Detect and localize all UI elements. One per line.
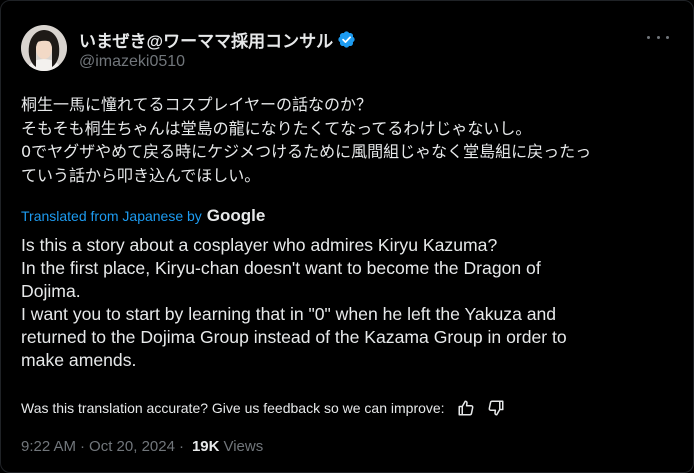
thumbs-down-icon[interactable] xyxy=(487,399,505,417)
author-names: いまぜき@ワーママ採用コンサル @imazeki0510 xyxy=(79,28,356,71)
translation-line: Dojima. xyxy=(21,281,81,301)
google-logo: Google xyxy=(206,206,266,225)
display-name[interactable]: いまぜき@ワーママ採用コンサル xyxy=(79,27,333,52)
original-line: 桐生一馬に憧れてるコスプレイヤーの話なのか？ xyxy=(21,95,373,114)
translation-line: returned to the Dojima Group instead of … xyxy=(21,327,567,347)
original-line: ていう話から叩き込んでほしい。 xyxy=(21,165,261,185)
original-line: 0でヤグザやめて戻る時にケジメつけるために風間組じゃなく堂島組に戻ったっ xyxy=(21,142,592,161)
avatar[interactable] xyxy=(21,25,67,71)
translation-line: Is this a story about a cosplayer who ad… xyxy=(21,235,498,255)
display-name-row: いまぜき@ワーママ採用コンサル xyxy=(79,27,356,52)
more-icon[interactable] xyxy=(647,29,669,45)
verified-badge-icon[interactable] xyxy=(337,30,356,49)
meta-separator: · xyxy=(178,438,184,455)
post-meta: 9:22 AM · Oct 20, 2024 · 19K Views xyxy=(21,438,263,455)
post-card: いまぜき@ワーママ採用コンサル @imazeki0510 桐生一馬に憧れてるコス… xyxy=(0,0,694,473)
post-time[interactable]: 9:22 AM xyxy=(21,438,76,455)
translated-post-text: Is this a story about a cosplayer who ad… xyxy=(21,234,681,372)
more-dot xyxy=(656,35,660,39)
translation-line: I want you to start by learning that in … xyxy=(21,304,557,324)
translation-feedback: Was this translation accurate? Give us f… xyxy=(21,399,505,417)
views-label: Views xyxy=(223,438,264,455)
translated-by-row: Translated from Japanese by Google xyxy=(21,206,265,226)
meta-separator: · xyxy=(80,438,86,455)
avatar-image xyxy=(21,25,67,71)
more-dot xyxy=(647,35,650,39)
original-post-text: 桐生一馬に憧れてるコスプレイヤーの話なのか？ そもそも桐生ちゃんは堂島の龍になり… xyxy=(21,93,681,187)
original-line: そもそも桐生ちゃんは堂島の龍になりたくてなってるわけじゃないし。 xyxy=(21,118,532,138)
post-header: いまぜき@ワーママ採用コンサル @imazeki0510 xyxy=(21,25,675,75)
author-handle[interactable]: @imazeki0510 xyxy=(79,53,356,71)
feedback-prompt: Was this translation accurate? Give us f… xyxy=(21,400,445,416)
translation-line: make amends. xyxy=(21,350,137,370)
views-count[interactable]: 19K xyxy=(192,438,220,455)
translation-line: In the first place, Kiryu-chan doesn't w… xyxy=(21,258,541,278)
translated-from-link[interactable]: Translated from Japanese by xyxy=(21,208,202,224)
post-date[interactable]: Oct 20, 2024 xyxy=(89,438,175,455)
more-dot xyxy=(666,35,669,39)
thumbs-up-icon[interactable] xyxy=(457,399,475,417)
